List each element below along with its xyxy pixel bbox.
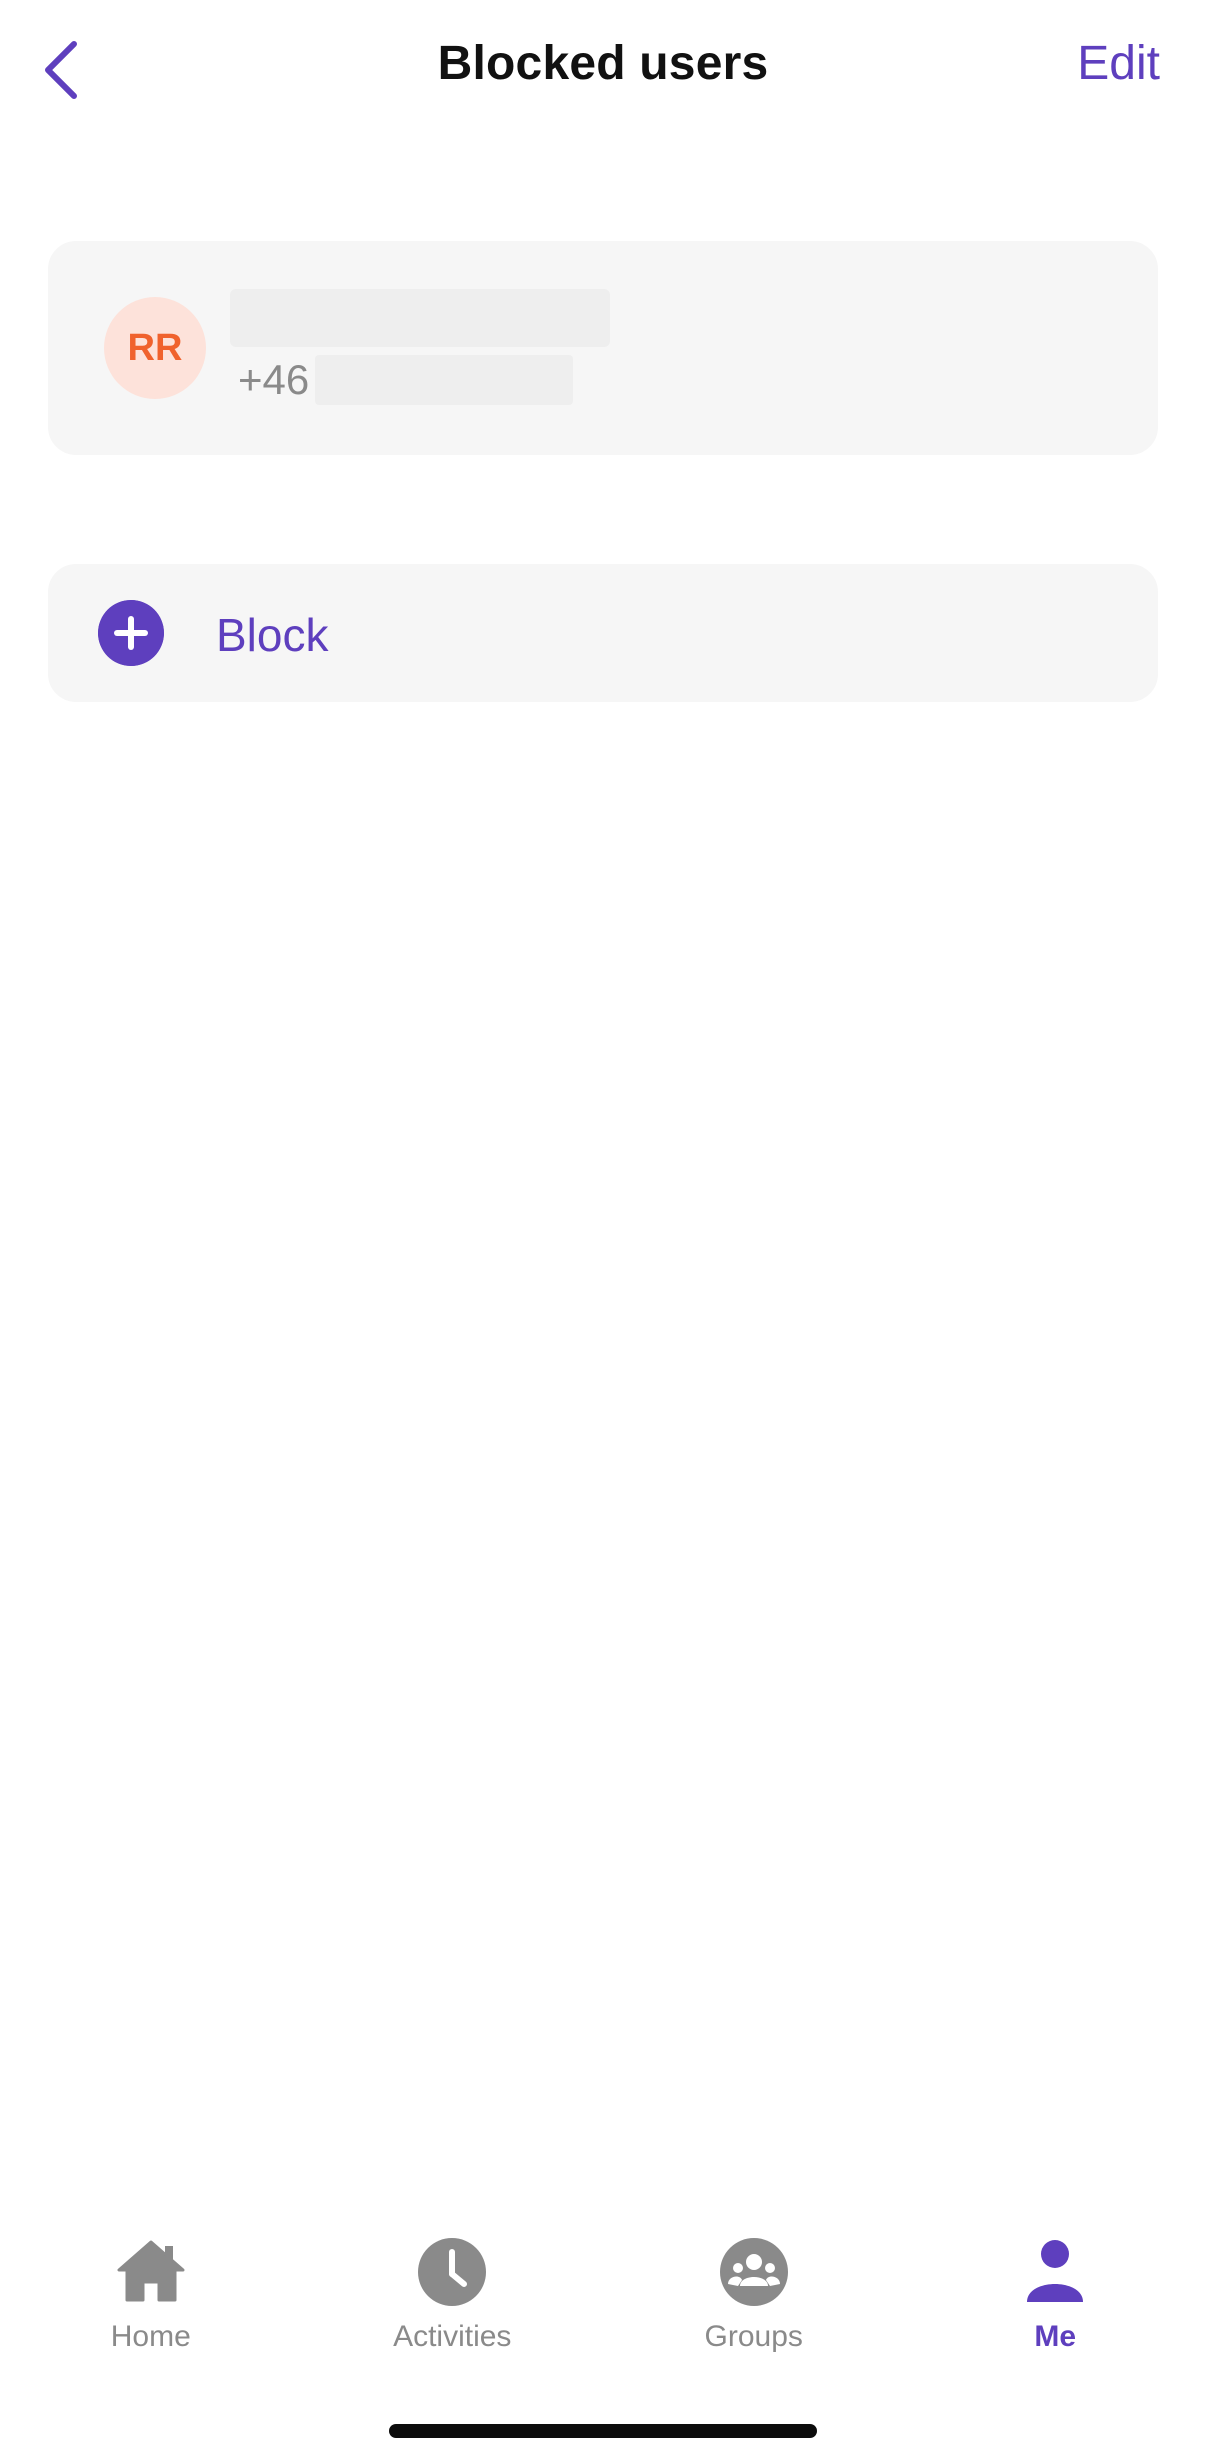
tab-me[interactable]: Me xyxy=(905,2200,1206,2380)
page-title: Blocked users xyxy=(437,37,769,90)
tab-home-label: Home xyxy=(110,2320,191,2353)
avatar: RR xyxy=(104,297,206,399)
home-icon xyxy=(117,2240,185,2302)
plus-circle-icon xyxy=(98,600,164,666)
block-label: Block xyxy=(216,609,329,661)
user-name-redacted xyxy=(230,289,610,347)
clock-icon xyxy=(418,2238,487,2306)
block-user-button[interactable]: Block xyxy=(48,564,1158,702)
phone-prefix: +46 xyxy=(238,356,310,403)
tab-activities[interactable]: Activities xyxy=(302,2200,604,2380)
tab-home[interactable]: Home xyxy=(0,2200,302,2380)
tab-groups[interactable]: Groups xyxy=(603,2200,905,2380)
edit-button[interactable]: Edit xyxy=(1077,36,1160,91)
groups-icon xyxy=(719,2238,788,2306)
tab-bar: Home Activities Groups Me xyxy=(0,2200,1206,2380)
tab-activities-label: Activities xyxy=(393,2320,512,2353)
tab-groups-label: Groups xyxy=(704,2320,803,2353)
phone-number-redacted xyxy=(315,355,574,405)
home-indicator xyxy=(389,2424,817,2438)
nav-header: Blocked users Edit xyxy=(0,0,1206,140)
person-icon xyxy=(1027,2240,1084,2302)
user-phone: +46 xyxy=(238,353,574,407)
blocked-user-row[interactable]: RR +46 xyxy=(48,241,1158,455)
tab-me-label: Me xyxy=(1034,2320,1077,2353)
